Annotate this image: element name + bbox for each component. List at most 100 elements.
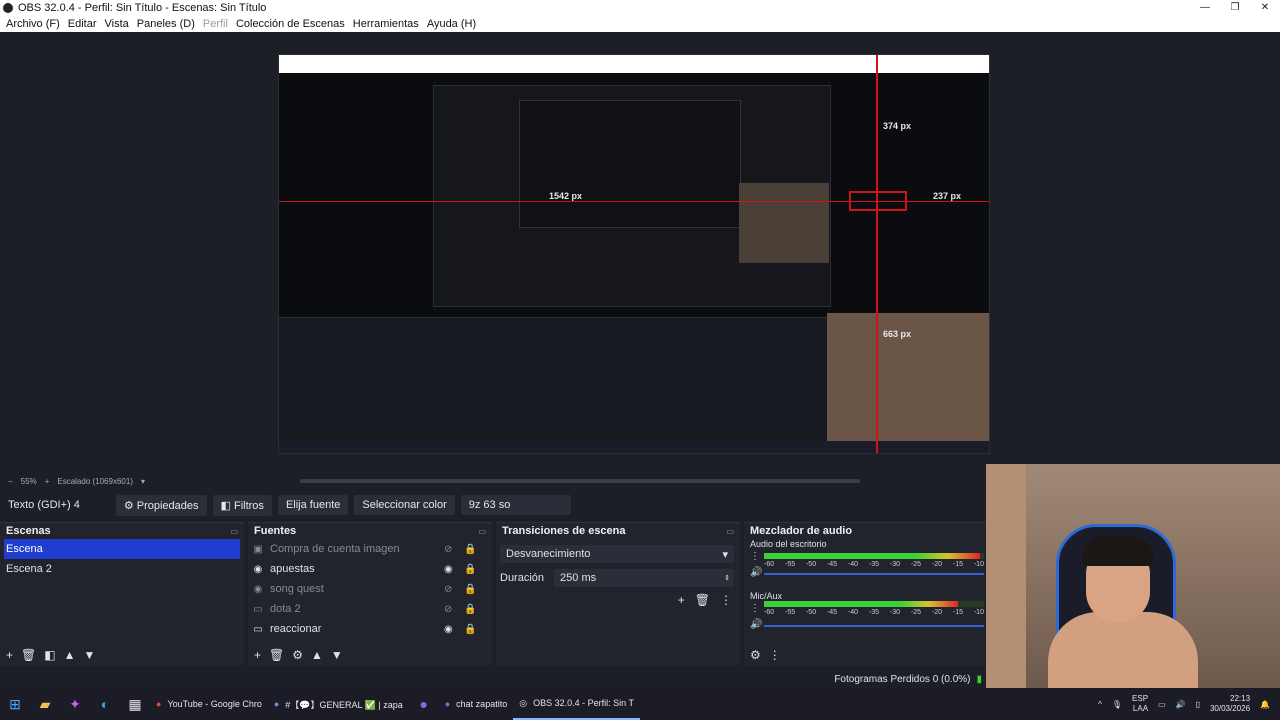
volume-slider[interactable]: [764, 625, 984, 627]
meter-tick-label: -40: [847, 609, 859, 616]
gear-icon[interactable]: ⚙: [750, 648, 761, 662]
chevron-up-icon[interactable]: ^: [1098, 700, 1102, 709]
taskbar-app-obs[interactable]: ◎ OBS 32.0.4 - Perfil: Sin T: [513, 688, 640, 720]
status-bar: Fotogramas Perdidos 0 (0.0%) ▮: [0, 670, 990, 688]
move-up-icon[interactable]: ▲: [64, 648, 76, 662]
menu-vista[interactable]: Vista: [105, 18, 129, 30]
speaker-icon[interactable]: 🔊: [750, 567, 762, 578]
sources-dock: Fuentes ▭ ▣ Compra de cuenta imagen ⊘ 🔒 ◉ apu…: [248, 522, 492, 666]
select-color-button[interactable]: Seleccionar color: [354, 495, 455, 515]
taskbar-app-discord[interactable]: ● #【💬】GENERAL ✅ | zapa: [268, 688, 409, 720]
dock-float-icon[interactable]: ▭: [478, 527, 486, 536]
menu-paneles[interactable]: Paneles (D): [137, 18, 195, 30]
menu-perfil[interactable]: Perfil: [203, 18, 228, 30]
microphone-icon[interactable]: 🎙: [1112, 700, 1122, 709]
taskbar-app-chrome[interactable]: ● YouTube - Google Chro: [150, 688, 268, 720]
more-icon[interactable]: ⋮: [769, 648, 781, 662]
meter-tick-label: -25: [910, 561, 922, 568]
volume-slider[interactable]: [764, 573, 984, 575]
person-hair: [1082, 536, 1154, 566]
edge-icon[interactable]: ◐: [90, 688, 120, 720]
channel-name: Audio del escritorio: [750, 539, 827, 549]
dock-float-icon[interactable]: ▭: [726, 527, 734, 536]
background-door: [986, 464, 1026, 688]
move-down-icon[interactable]: ▼: [83, 648, 95, 662]
more-icon[interactable]: ⋮: [750, 551, 760, 562]
lock-icon[interactable]: 🔒: [464, 544, 476, 555]
lock-icon[interactable]: 🔒: [464, 624, 476, 635]
chevron-down-icon: ▾: [722, 548, 728, 561]
network-icon[interactable]: ▭: [1158, 700, 1166, 709]
filter-icon: ◧: [220, 499, 234, 512]
menu-coleccion-escenas[interactable]: Colección de Escenas: [236, 18, 345, 30]
filters-button[interactable]: ◧ Filtros: [212, 494, 272, 516]
trash-icon[interactable]: 🗑: [269, 648, 284, 662]
twitch-icon[interactable]: ●: [409, 688, 439, 720]
person-body: [1048, 612, 1198, 688]
windows-start-icon[interactable]: ⊞: [0, 688, 30, 720]
lock-icon[interactable]: 🔒: [464, 564, 476, 575]
move-up-icon[interactable]: ▲: [311, 648, 323, 662]
scale-dropdown-icon[interactable]: ▾: [141, 477, 145, 486]
minimize-button[interactable]: —: [1190, 0, 1220, 16]
eye-icon[interactable]: ◉: [444, 564, 453, 575]
zoom-out-button[interactable]: −: [8, 477, 13, 486]
source-item[interactable]: ▣ Compra de cuenta imagen ⊘ 🔒: [248, 539, 492, 559]
battery-icon[interactable]: ▯: [1196, 700, 1200, 709]
menu-editar[interactable]: Editar: [68, 18, 97, 30]
properties-button[interactable]: ⚙ Propiedades: [115, 494, 207, 516]
add-icon[interactable]: +: [678, 593, 685, 607]
meter-tick-label: -55: [784, 561, 796, 568]
selection-box[interactable]: [849, 191, 907, 211]
transition-select[interactable]: Desvanecimiento ▾: [500, 545, 734, 563]
move-down-icon[interactable]: ▼: [331, 648, 343, 662]
maximize-button[interactable]: ❐: [1220, 0, 1250, 16]
visibility-off-icon[interactable]: ⊘: [444, 604, 452, 615]
file-explorer-icon[interactable]: ▰: [30, 688, 60, 720]
source-item[interactable]: ◉ song quest ⊘ 🔒: [248, 579, 492, 599]
meter-tick-label: -20: [931, 609, 942, 616]
add-icon[interactable]: +: [6, 648, 13, 662]
notification-bell-icon[interactable]: 🔔: [1260, 700, 1270, 709]
taskbar-app-chat[interactable]: ● chat zapatito: [439, 688, 513, 720]
volume-icon[interactable]: 🔊: [1176, 700, 1186, 709]
chrome-icon: ●: [156, 699, 162, 709]
gear-icon[interactable]: ⚙: [292, 648, 303, 662]
copilot-icon[interactable]: ✦: [60, 688, 90, 720]
source-item[interactable]: ◉ apuestas ◉ 🔒: [248, 559, 492, 579]
filters-label: Filtros: [233, 499, 264, 512]
choose-font-button[interactable]: Elija fuente: [277, 495, 349, 515]
scene-item-escena-2[interactable]: Escena 2: [0, 559, 244, 579]
speaker-icon[interactable]: 🔊: [750, 619, 762, 630]
scene-item-escena[interactable]: Escena: [4, 539, 240, 559]
lock-icon[interactable]: 🔒: [464, 584, 476, 595]
trash-icon[interactable]: 🗑: [21, 648, 36, 662]
image-source-icon: ▣: [253, 543, 263, 555]
dock-float-icon[interactable]: ▭: [230, 527, 238, 536]
language-indicator[interactable]: ESP LAA: [1132, 694, 1148, 714]
trash-icon[interactable]: 🗑: [695, 593, 710, 607]
store-icon[interactable]: ▦: [120, 688, 150, 720]
preview-canvas[interactable]: 374 px 237 px 1542 px 663 px: [278, 54, 990, 454]
visibility-off-icon[interactable]: ⊘: [444, 544, 452, 555]
lock-icon[interactable]: 🔒: [464, 604, 476, 615]
zoom-in-button[interactable]: +: [45, 477, 50, 486]
menu-herramientas[interactable]: Herramientas: [353, 18, 419, 30]
meter-tick-label: -40: [847, 561, 859, 568]
menu-ayuda[interactable]: Ayuda (H): [427, 18, 476, 30]
more-icon[interactable]: ⋮: [750, 603, 760, 614]
source-item[interactable]: ▭ reaccionar ◉ 🔒: [248, 619, 492, 639]
eye-icon[interactable]: ◉: [444, 624, 453, 635]
menu-archivo[interactable]: Archivo (F): [6, 18, 60, 30]
visibility-off-icon[interactable]: ⊘: [444, 584, 452, 595]
clock[interactable]: 22:13 30/03/2026: [1210, 694, 1250, 714]
duration-input[interactable]: 250 ms ⇕: [554, 569, 734, 587]
add-icon[interactable]: +: [254, 648, 261, 662]
source-item[interactable]: ▭ dota 2 ⊘ 🔒: [248, 599, 492, 619]
preview-scrollbar[interactable]: [300, 479, 860, 483]
text-value-field[interactable]: 9z 63 so: [460, 495, 571, 515]
close-button[interactable]: ✕: [1250, 0, 1280, 16]
more-icon[interactable]: ⋮: [720, 593, 732, 607]
filter-icon[interactable]: ◧: [44, 648, 55, 662]
spin-arrows-icon[interactable]: ⇕: [724, 574, 730, 582]
